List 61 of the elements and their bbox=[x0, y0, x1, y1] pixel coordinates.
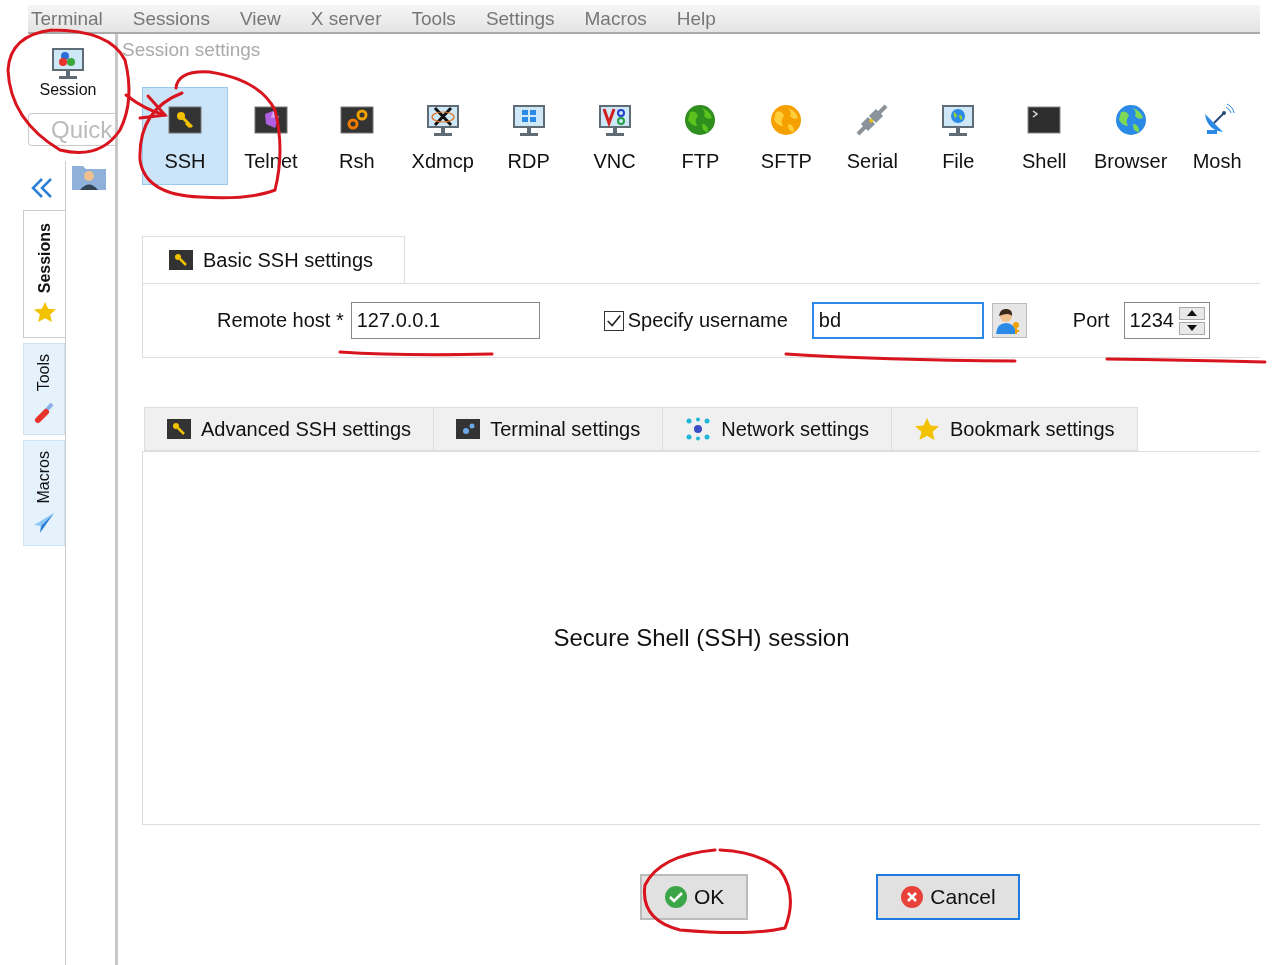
sidebar-tab[interactable]: Sessions bbox=[23, 210, 65, 339]
settings-tab[interactable]: Network settings bbox=[662, 407, 892, 451]
session-type-button[interactable]: Browser bbox=[1087, 87, 1175, 185]
session-type-button[interactable]: FTP bbox=[657, 87, 744, 185]
sidebar-tab[interactable]: Tools bbox=[23, 343, 65, 435]
dialog-title: Session settings bbox=[122, 39, 262, 61]
cancel-button[interactable]: Cancel bbox=[876, 874, 1020, 920]
quick-connect-field[interactable]: Quick bbox=[28, 113, 115, 146]
port-spinner[interactable]: 1234 bbox=[1123, 302, 1210, 339]
windows-monitor-icon bbox=[510, 102, 547, 138]
session-type-button[interactable]: Rsh bbox=[313, 87, 400, 185]
settings-tab[interactable]: Advanced SSH settings bbox=[144, 407, 434, 451]
specify-username-label: Specify username bbox=[627, 309, 788, 332]
username-checkbox[interactable] bbox=[603, 310, 624, 331]
menu-item[interactable]: Terminal bbox=[28, 5, 106, 32]
port-label: Port bbox=[1072, 309, 1110, 332]
down-arrow-icon bbox=[1186, 325, 1197, 331]
decrement-button[interactable] bbox=[1178, 321, 1205, 335]
x-monitor-icon bbox=[424, 102, 461, 138]
settings-tab[interactable]: Bookmark settings bbox=[891, 407, 1138, 451]
monitor-icon bbox=[50, 45, 86, 81]
network-icon bbox=[685, 417, 712, 441]
menu-item[interactable]: Tools bbox=[408, 5, 459, 32]
session-type-button[interactable]: File bbox=[915, 87, 1002, 185]
session-type-button[interactable]: Shell bbox=[1001, 87, 1088, 185]
ok-button[interactable]: OK bbox=[640, 874, 749, 920]
session-button[interactable]: Session bbox=[28, 41, 108, 103]
close-icon bbox=[900, 885, 925, 909]
session-type-button[interactable]: Serial bbox=[829, 87, 916, 185]
up-arrow-icon bbox=[1186, 310, 1197, 316]
globe-monitor-icon bbox=[940, 102, 977, 138]
check-icon bbox=[664, 885, 688, 909]
user-key-button[interactable] bbox=[991, 303, 1027, 338]
settings-tab[interactable]: Terminal settings bbox=[433, 407, 663, 451]
session-type-button[interactable]: Xdmcp bbox=[399, 87, 486, 185]
gears-icon bbox=[456, 419, 481, 439]
remote-host-label: Remote host * bbox=[217, 309, 344, 332]
session-type-button[interactable]: Mosh bbox=[1174, 87, 1261, 185]
username-field[interactable]: bd bbox=[811, 302, 984, 339]
session-type-button[interactable]: RDP bbox=[485, 87, 572, 185]
sidebar-tab[interactable]: Macros bbox=[23, 439, 65, 547]
session-type-button[interactable]: SSH bbox=[142, 87, 228, 185]
menu-item[interactable]: View bbox=[236, 5, 284, 32]
vnc-monitor-icon bbox=[596, 102, 633, 138]
key-icon bbox=[169, 250, 193, 270]
menu-item[interactable]: Sessions bbox=[129, 5, 213, 32]
key-icon bbox=[167, 419, 191, 439]
collapse-icon[interactable] bbox=[30, 176, 54, 200]
star-icon bbox=[32, 301, 57, 324]
user-folder-icon bbox=[71, 163, 107, 191]
menu-item[interactable]: Help bbox=[673, 5, 719, 32]
increment-button[interactable] bbox=[1178, 306, 1205, 320]
star-icon bbox=[914, 417, 941, 441]
session-description: Secure Shell (SSH) session bbox=[553, 624, 850, 652]
menu-item[interactable]: Macros bbox=[581, 5, 650, 32]
session-type-button[interactable]: SFTP bbox=[743, 87, 830, 185]
remote-host-field[interactable]: 127.0.0.1 bbox=[350, 302, 540, 339]
menu-item[interactable]: Settings bbox=[482, 5, 558, 32]
session-type-button[interactable]: VNC bbox=[571, 87, 658, 185]
menu-item[interactable]: X server bbox=[307, 5, 385, 32]
basic-settings-tab[interactable]: Basic SSH settings bbox=[142, 236, 405, 283]
